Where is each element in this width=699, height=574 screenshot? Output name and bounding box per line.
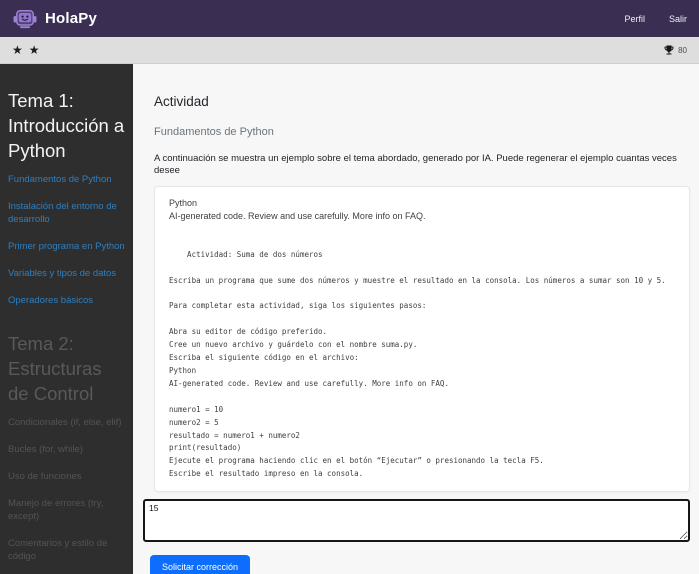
earned-stars: ★ ★ — [12, 44, 40, 56]
star-icon: ★ — [12, 43, 23, 57]
page-title: Actividad — [154, 94, 209, 109]
request-correction-button[interactable]: Solicitar corrección — [150, 555, 251, 574]
score-wrap: 80 — [663, 44, 687, 56]
topic-subtitle: Fundamentos de Python — [154, 126, 274, 138]
sidebar-section-tema2: Tema 2: Estructuras de Control Condicion… — [8, 331, 125, 563]
sidebar-item-operadores[interactable]: Operadores básicos — [8, 294, 125, 307]
ai-example-text: Actividad: Suma de dos números Escriba u… — [169, 249, 666, 479]
sidebar-section-title: Tema 2: Estructuras de Control — [8, 333, 102, 404]
nav-link-perfil[interactable]: Perfil — [624, 14, 645, 24]
sidebar-section-tema1: Tema 1: Introducción a Python Fundamento… — [8, 88, 125, 307]
top-navbar: HolaPy Perfil Salir — [0, 0, 699, 37]
sidebar-item-condicionales[interactable]: Condicionales (if, else, elif) — [8, 416, 125, 429]
sidebar-item-comentarios[interactable]: Comentarios y estilo de código — [8, 537, 125, 563]
star-icon: ★ — [28, 43, 40, 57]
nav-link-salir[interactable]: Salir — [669, 14, 687, 24]
course-sidebar: Tema 1: Introducción a Python Fundamento… — [0, 64, 133, 574]
sidebar-item-instalacion[interactable]: Instalación del entorno de desarrollo — [8, 200, 125, 226]
answer-input[interactable]: 15 — [143, 499, 690, 543]
score-value: 80 — [678, 45, 687, 55]
content-row: Tema 1: Introducción a Python Fundamento… — [0, 64, 699, 574]
sidebar-item-fundamentos[interactable]: Fundamentos de Python — [8, 173, 125, 186]
ai-example-box: Python AI-generated code. Review and use… — [154, 186, 690, 493]
main-content: Actividad Fundamentos de Python A contin… — [133, 64, 699, 574]
navbar-links: Perfil Salir — [624, 14, 687, 24]
sidebar-item-funciones[interactable]: Uso de funciones — [8, 470, 125, 483]
robot-logo-icon — [12, 8, 38, 30]
ai-example-disclaimer: Python AI-generated code. Review and use… — [169, 198, 426, 221]
sidebar-item-primer-programa[interactable]: Primer programa en Python — [8, 240, 125, 253]
sidebar-item-bucles[interactable]: Bucles (for, while) — [8, 443, 125, 456]
sidebar-section-title: Tema 1: Introducción a Python — [8, 90, 125, 161]
sidebar-item-variables[interactable]: Variables y tipos de datos — [8, 267, 125, 280]
status-bar: ★ ★ 80 — [0, 37, 699, 64]
activity-description: A continuación se muestra un ejemplo sob… — [154, 153, 677, 176]
sidebar-item-errores[interactable]: Manejo de errores (try, except) — [8, 497, 125, 523]
trophy-icon — [663, 44, 675, 56]
brand[interactable]: HolaPy — [12, 8, 97, 30]
brand-title: HolaPy — [45, 10, 98, 27]
